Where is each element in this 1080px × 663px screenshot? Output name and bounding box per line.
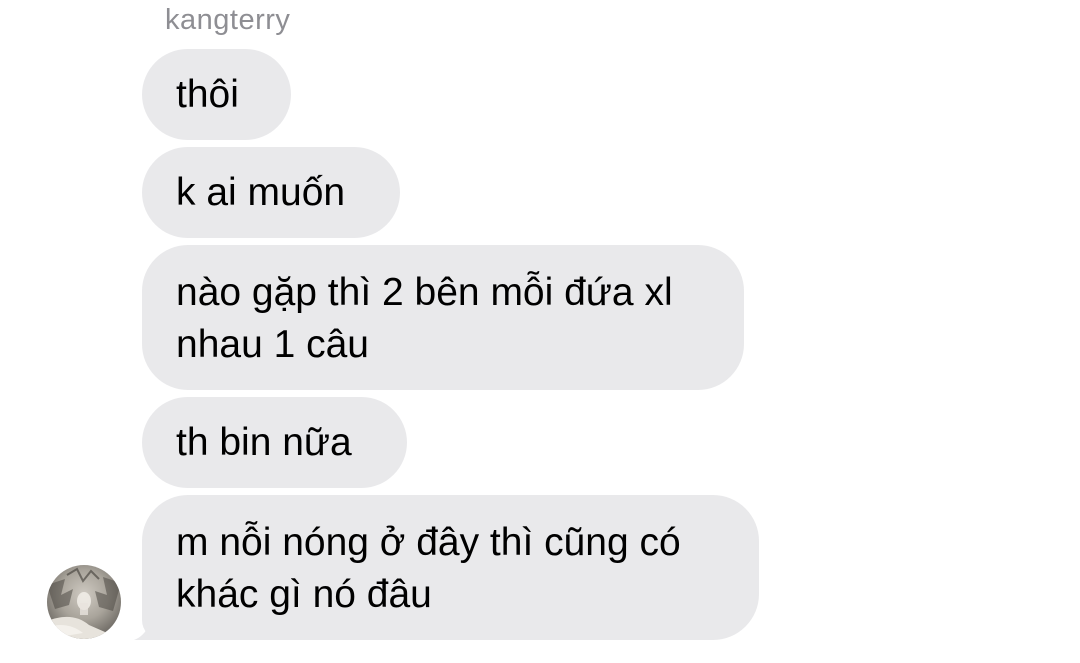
bubble-tail — [126, 604, 166, 640]
avatar-icon[interactable] — [47, 565, 121, 639]
message-bubble[interactable]: m nỗi nóng ở đây thì cũng có khác gì nó … — [142, 495, 759, 640]
message-bubble[interactable]: nào gặp thì 2 bên mỗi đứa xl nhau 1 câu — [142, 245, 744, 390]
message-bubble[interactable]: thôi — [142, 49, 291, 140]
sender-name: kangterry — [165, 4, 291, 36]
message-bubble[interactable]: th bin nữa — [142, 397, 407, 488]
message-bubble[interactable]: k ai muốn — [142, 147, 400, 238]
